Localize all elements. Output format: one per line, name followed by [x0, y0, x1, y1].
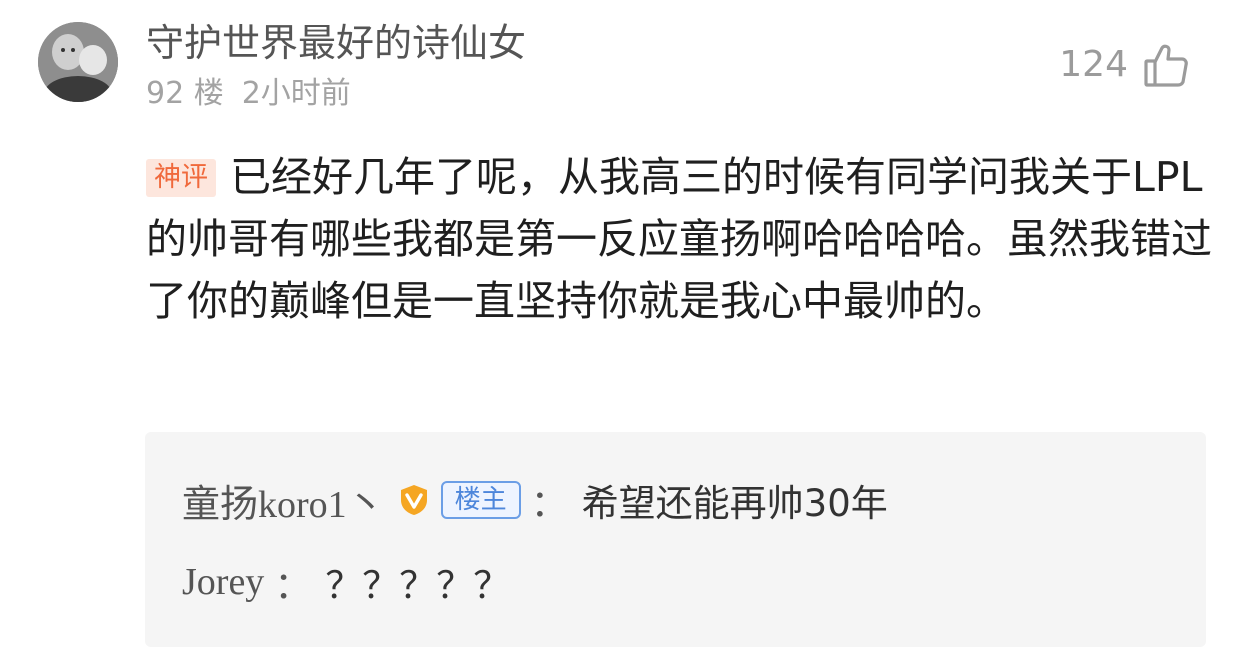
reply-text: 希望还能再帅30年 [581, 482, 888, 525]
reply-item[interactable]: Jorey ： ？？？？？ [182, 552, 1168, 612]
reply-separator: ： [274, 564, 312, 607]
reply-item[interactable]: 童扬koro1丶 楼主 ： 希望还能再帅30年 [182, 470, 1168, 530]
like-button[interactable]: 124 [1059, 40, 1190, 90]
username[interactable]: 守护世界最好的诗仙女 [146, 18, 526, 68]
reply-separator: ： [530, 482, 568, 525]
floor-number: 92 楼 [146, 76, 224, 111]
comment-body: 神评 已经好几年了呢，从我高三的时候有同学问我关于LPL的帅哥有哪些我都是第一反应… [146, 146, 1212, 332]
thumbs-up-icon[interactable] [1142, 41, 1190, 89]
comment-text: 已经好几年了呢，从我高三的时候有同学问我关于LPL的帅哥有哪些我都是第一反应童扬… [146, 153, 1212, 325]
reply-author[interactable]: 童扬koro1丶 [182, 473, 385, 528]
comment-card: 守护世界最好的诗仙女 92 楼 2小时前 124 神评 已经好几年了呢，从我高三的时… [0, 0, 1242, 657]
reply-text: ？？？？？ [325, 564, 511, 607]
avatar[interactable] [38, 22, 118, 102]
comment-meta: 92 楼 2小时前 [146, 74, 351, 114]
hot-comment-badge: 神评 [146, 159, 216, 197]
replies-box[interactable]: 童扬koro1丶 楼主 ： 希望还能再帅30年 Jorey ： ？？？？？ [145, 432, 1206, 647]
post-time: 2小时前 [241, 76, 351, 111]
reply-author[interactable]: Jorey [182, 560, 264, 604]
like-count: 124 [1059, 44, 1128, 85]
host-badge: 楼主 [440, 481, 521, 519]
verified-v-icon [397, 483, 431, 517]
